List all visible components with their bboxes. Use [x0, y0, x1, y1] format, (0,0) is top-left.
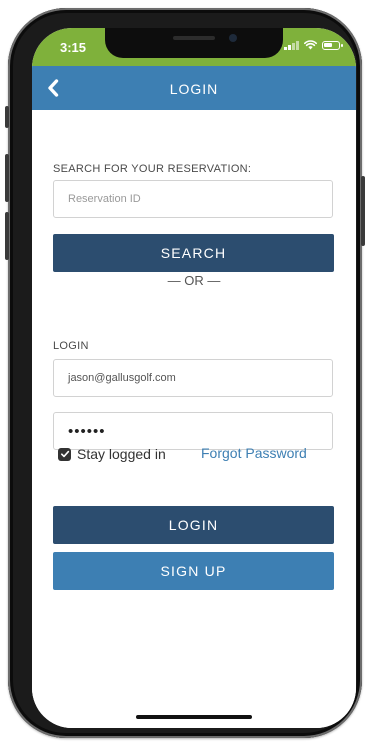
notch [105, 28, 283, 58]
forgot-password-link[interactable]: Forgot Password [201, 445, 307, 461]
nav-bar: LOGIN [32, 66, 356, 110]
front-camera [229, 34, 237, 42]
home-indicator[interactable] [136, 715, 252, 719]
login-button[interactable]: LOGIN [53, 506, 334, 544]
speaker-grille [173, 36, 215, 40]
status-bar: 3:15 [32, 28, 356, 66]
mute-switch [5, 106, 9, 128]
signal-icon [284, 40, 299, 50]
power-button [361, 176, 365, 246]
stay-logged-in-checkbox[interactable] [58, 447, 71, 461]
page-title: LOGIN [169, 81, 219, 97]
volume-up-button [5, 154, 9, 202]
stay-logged-in-label: Stay logged in [77, 446, 166, 462]
status-icons [284, 40, 343, 50]
volume-down-button [5, 212, 9, 260]
sign-up-button[interactable]: SIGN UP [53, 552, 334, 590]
reservation-section-label: SEARCH FOR YOUR RESERVATION: [53, 163, 252, 175]
stay-logged-in[interactable]: Stay logged in [58, 446, 166, 462]
battery-icon [322, 40, 343, 50]
or-divider: — OR — [167, 273, 221, 288]
search-button[interactable]: SEARCH [53, 234, 334, 272]
login-form: SEARCH FOR YOUR RESERVATION: Reservation… [32, 110, 356, 728]
phone-screen: 3:15 LOGIN SEARCH FOR YOUR RESERVATION: … [32, 28, 356, 728]
wifi-icon [304, 40, 317, 50]
checkmark-icon [60, 450, 69, 458]
reservation-id-input[interactable]: Reservation ID [53, 180, 333, 218]
login-section-label: LOGIN [53, 340, 89, 352]
email-field[interactable]: jason@gallusgolf.com [53, 359, 333, 397]
status-time: 3:15 [60, 40, 87, 55]
